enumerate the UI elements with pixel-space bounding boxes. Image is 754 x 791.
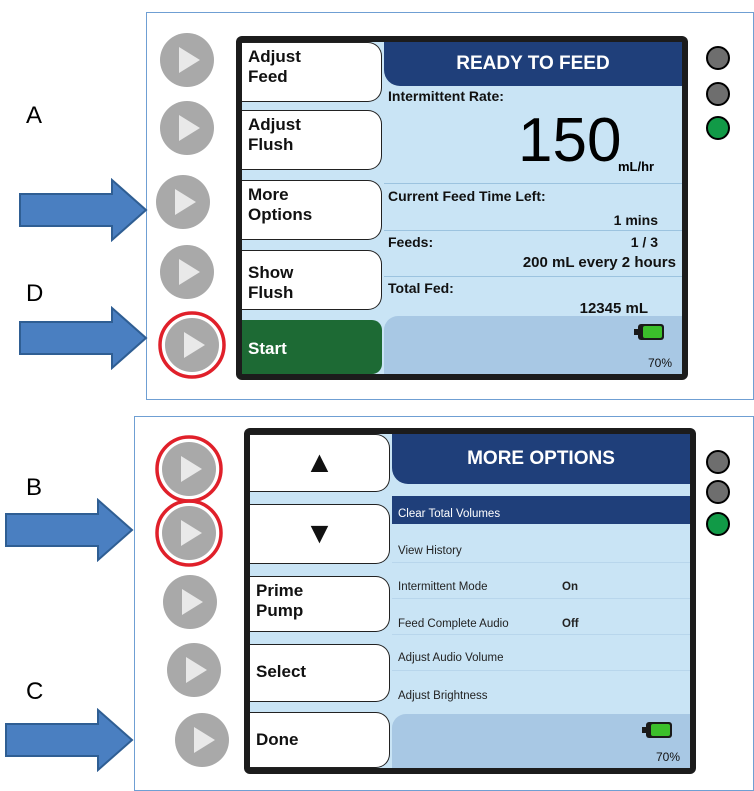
physical-button-1-highlighted[interactable]	[154, 434, 224, 504]
softkey-start[interactable]: Start	[242, 320, 382, 374]
label-c: C	[26, 678, 44, 705]
status-led-1	[706, 46, 730, 70]
top-screen: Adjust Feed Adjust Flush More Options Sh…	[236, 36, 688, 380]
status-led-2	[706, 82, 730, 106]
divider	[392, 562, 690, 563]
physical-button-2-highlighted[interactable]	[154, 498, 224, 568]
menu-item-clear-total-volumes[interactable]: Clear Total Volumes	[392, 496, 690, 524]
feeds-label: Feeds:	[388, 234, 434, 250]
softkey-more-options[interactable]: More Options	[242, 180, 382, 240]
play-triangle-icon	[155, 499, 223, 567]
menu-item-view-history[interactable]: View History	[392, 530, 690, 562]
divider	[392, 634, 690, 635]
physical-button-5[interactable]	[174, 712, 230, 768]
time-label: Current Feed Time Left:	[388, 188, 546, 204]
divider	[392, 598, 690, 599]
battery-icon	[634, 324, 664, 340]
feeds-count: 1 / 3	[630, 234, 658, 250]
total-label: Total Fed:	[388, 280, 454, 296]
screen-title: READY TO FEED	[384, 42, 682, 86]
arrow-start	[18, 306, 150, 370]
play-triangle-icon	[160, 33, 214, 87]
menu-item-adjust-brightness[interactable]: Adjust Brightness	[392, 674, 690, 706]
play-triangle-icon	[175, 713, 229, 767]
status-led-3	[706, 512, 730, 536]
up-triangle-icon: ▲	[304, 446, 335, 479]
softkey-done[interactable]: Done	[250, 712, 390, 768]
bottom-screen: ▲ ▼ Prime Pump Select Done MORE OPTIONS …	[244, 428, 696, 774]
physical-button-1[interactable]	[159, 32, 215, 88]
status-footer: 70%	[392, 714, 690, 768]
play-triangle-icon	[160, 101, 214, 155]
status-led-3	[706, 116, 730, 140]
divider	[384, 183, 682, 184]
softkey-show-flush[interactable]: Show Flush	[242, 250, 382, 310]
play-triangle-icon	[158, 311, 226, 379]
total-value: 12345 mL	[579, 300, 648, 317]
softkey-up[interactable]: ▲	[250, 434, 390, 492]
arrow-down-button	[4, 498, 136, 562]
play-triangle-icon	[155, 435, 223, 503]
play-triangle-icon	[163, 575, 217, 629]
menu-item-feed-complete-audio[interactable]: Feed Complete Audio Off	[392, 602, 690, 634]
down-triangle-icon: ▼	[304, 517, 335, 550]
softkey-down[interactable]: ▼	[250, 504, 390, 564]
menu-item-intermittent-mode[interactable]: Intermittent Mode On	[392, 566, 690, 598]
status-footer: 70%	[384, 316, 682, 374]
status-led-1	[706, 450, 730, 474]
feeds-schedule: 200 mL every 2 hours	[522, 254, 676, 271]
divider	[384, 230, 682, 231]
play-triangle-icon	[160, 245, 214, 299]
softkey-prime-pump[interactable]: Prime Pump	[250, 576, 390, 632]
physical-button-4[interactable]	[159, 244, 215, 300]
battery-percent: 70%	[647, 356, 672, 370]
battery-percent: 70%	[655, 750, 680, 764]
divider	[392, 670, 690, 671]
rate-label: Intermittent Rate:	[388, 88, 504, 104]
status-led-2	[706, 480, 730, 504]
softkey-adjust-feed[interactable]: Adjust Feed	[242, 42, 382, 102]
play-triangle-icon	[156, 175, 210, 229]
play-triangle-icon	[167, 643, 221, 697]
rate-value: 150	[518, 106, 622, 175]
physical-button-3[interactable]	[162, 574, 218, 630]
divider	[384, 276, 682, 277]
battery-icon	[642, 722, 672, 738]
physical-button-5-highlighted[interactable]	[157, 310, 227, 380]
physical-button-3[interactable]	[155, 174, 211, 230]
time-value: 1 mins	[613, 212, 658, 228]
menu-item-adjust-audio-volume[interactable]: Adjust Audio Volume	[392, 638, 690, 670]
label-d: D	[26, 280, 44, 307]
label-a: A	[26, 102, 43, 129]
physical-button-2[interactable]	[159, 100, 215, 156]
screen-title: MORE OPTIONS	[392, 434, 690, 484]
rate-unit: mL/hr	[618, 159, 655, 174]
physical-button-4[interactable]	[166, 642, 222, 698]
softkey-adjust-flush[interactable]: Adjust Flush	[242, 110, 382, 170]
arrow-more-options	[18, 178, 150, 242]
arrow-done-button	[4, 708, 136, 772]
softkey-select[interactable]: Select	[250, 644, 390, 702]
